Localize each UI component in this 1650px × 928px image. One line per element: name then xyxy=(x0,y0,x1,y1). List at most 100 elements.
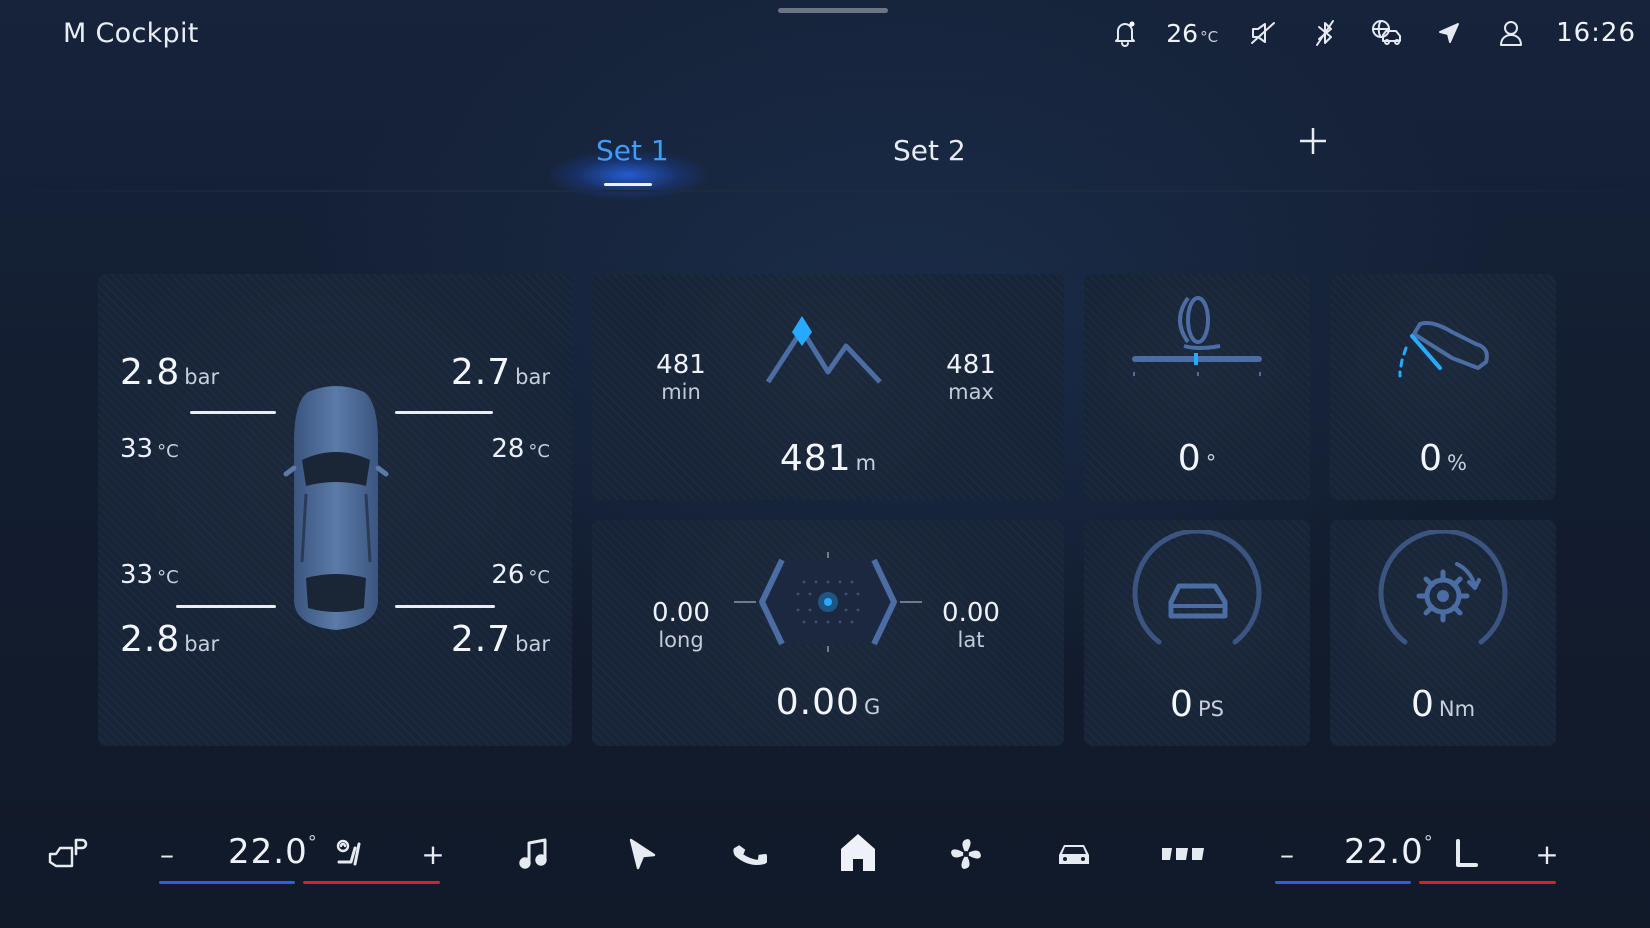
add-tab-button[interactable] xyxy=(1296,124,1330,158)
g-unit: G xyxy=(863,695,881,719)
seat-button[interactable] xyxy=(1448,834,1484,874)
rear-right-pressure: 2.7 bar xyxy=(451,619,550,660)
left-temp-decrease-button[interactable]: – xyxy=(152,830,182,878)
altitude-panel[interactable]: 481 min 481 max 481 m xyxy=(592,274,1064,500)
seat-heating-button[interactable] xyxy=(332,834,368,874)
tab-divider xyxy=(0,190,1650,192)
mute-icon[interactable] xyxy=(1232,14,1294,52)
torque-panel[interactable]: 0 Nm xyxy=(1330,520,1556,746)
altitude-max: 481 max xyxy=(926,350,1016,404)
g-long: 0.00 long xyxy=(636,598,726,652)
front-left-temp-value: 33 xyxy=(120,434,154,464)
tire-panel[interactable]: 2.8 bar 33 °C 2.7 bar 28 °C 33 °C 2.8 bar 26 °C… xyxy=(98,274,572,746)
media-button[interactable] xyxy=(512,830,556,878)
altitude-current-value: 481 xyxy=(779,438,852,479)
profile-icon[interactable] xyxy=(1480,14,1542,52)
torque-value: 0 Nm xyxy=(1330,684,1556,725)
front-left-pressure-value: 2.8 xyxy=(120,352,181,393)
navigation-icon xyxy=(629,838,656,870)
g-force-meter-icon xyxy=(734,552,922,652)
park-assist-button[interactable] xyxy=(44,830,92,878)
torque-gauge-icon xyxy=(1378,530,1508,645)
seat-icon xyxy=(1456,839,1478,867)
g-total: 0.00 G xyxy=(592,682,1064,723)
altitude-min: 481 min xyxy=(636,350,726,404)
altitude-max-label: max xyxy=(948,380,994,404)
front-right-pressure-value: 2.7 xyxy=(450,352,512,393)
power-panel[interactable]: 0 PS xyxy=(1084,520,1310,746)
apps-button[interactable] xyxy=(1158,830,1208,878)
right-temp-decrease-button[interactable]: – xyxy=(1272,830,1302,878)
temperature-unit: °C xyxy=(1200,27,1219,46)
g-long-value: 0.00 xyxy=(652,598,710,628)
left-temp-degree: ° xyxy=(307,832,317,853)
front-left-pressure: 2.8 bar xyxy=(120,352,219,393)
tab-set-1[interactable]: Set 1 xyxy=(596,134,669,167)
bottom-bar: – 22.0° + – 22.0° + xyxy=(0,800,1650,910)
g-force-panel[interactable]: 0.00 long 0.00 lat 0.00 G xyxy=(592,520,1064,746)
right-temp-increase-button[interactable]: + xyxy=(1532,830,1562,878)
front-right-line xyxy=(395,411,493,414)
connected-car-icon[interactable] xyxy=(1356,14,1418,52)
g-total-value: 0.00 xyxy=(775,682,860,723)
bluetooth-off-icon[interactable] xyxy=(1294,14,1356,52)
front-right-temp: 28 °C xyxy=(491,434,550,464)
power-gauge-icon xyxy=(1132,530,1262,645)
left-temp-increase-button[interactable]: + xyxy=(418,830,448,878)
front-right-temp-unit: °C xyxy=(528,441,550,462)
rear-left-pressure-value: 2.8 xyxy=(120,619,181,660)
plus-icon xyxy=(1300,128,1326,154)
rear-left-temp-unit: °C xyxy=(157,567,179,588)
climate-fan-button[interactable] xyxy=(942,830,990,878)
apps-icon xyxy=(1162,848,1204,860)
home-icon xyxy=(841,834,875,871)
rear-left-pressure: 2.8 bar xyxy=(120,619,219,660)
steering-angle-panel[interactable]: 0 ° xyxy=(1084,274,1310,500)
left-cool-bar xyxy=(159,881,295,884)
active-tab-underline xyxy=(604,183,652,186)
temperature-value: 26 xyxy=(1166,18,1199,48)
phone-button[interactable] xyxy=(728,830,772,878)
tab-set-2[interactable]: Set 2 xyxy=(893,134,966,167)
steering-angle-value: 0 ° xyxy=(1084,438,1310,479)
accelerator-pedal-icon xyxy=(1398,321,1489,378)
steering-unit: ° xyxy=(1205,451,1217,475)
music-icon xyxy=(519,838,547,869)
steering-value: 0 xyxy=(1177,438,1202,479)
altitude-unit: m xyxy=(855,451,877,475)
rear-left-pressure-unit: bar xyxy=(184,632,220,656)
rear-right-line xyxy=(395,605,495,608)
g-long-label: long xyxy=(658,628,704,652)
torque-unit: Nm xyxy=(1438,697,1476,721)
rear-right-temp: 26 °C xyxy=(491,560,550,590)
torque-number: 0 xyxy=(1410,684,1435,725)
right-cool-bar xyxy=(1275,881,1411,884)
bell-icon[interactable] xyxy=(1094,14,1156,52)
drag-handle[interactable] xyxy=(778,8,888,13)
front-right-pressure-unit: bar xyxy=(515,365,550,389)
left-temp-value: 22.0 xyxy=(228,832,308,872)
altitude-min-label: min xyxy=(661,380,701,404)
throttle-panel[interactable]: 0% xyxy=(1330,274,1556,500)
seat-heating-icon xyxy=(336,839,361,866)
car-icon xyxy=(1059,845,1089,864)
front-right-pressure: 2.7 bar xyxy=(451,352,550,393)
status-bar: 26 °C 16:26 xyxy=(1094,14,1636,52)
throttle-value: 0% xyxy=(1330,438,1556,479)
power-unit: PS xyxy=(1197,697,1224,721)
tab-bar: Set 1 Set 2 xyxy=(0,120,1650,200)
vehicle-button[interactable] xyxy=(1050,830,1098,878)
navigation-arrow-icon[interactable] xyxy=(1418,14,1480,52)
right-temp-degree: ° xyxy=(1423,832,1433,853)
g-lat: 0.00 lat xyxy=(926,598,1016,652)
clock: 16:26 xyxy=(1556,18,1636,48)
rear-left-line xyxy=(176,605,276,608)
altitude-min-value: 481 xyxy=(656,350,706,380)
navigation-button[interactable] xyxy=(620,830,664,878)
power-number: 0 xyxy=(1170,684,1194,725)
fan-icon xyxy=(951,839,981,869)
home-button[interactable] xyxy=(834,826,882,878)
front-left-pressure-unit: bar xyxy=(184,365,220,389)
phone-icon xyxy=(733,845,767,866)
altitude-current: 481 m xyxy=(592,438,1064,479)
